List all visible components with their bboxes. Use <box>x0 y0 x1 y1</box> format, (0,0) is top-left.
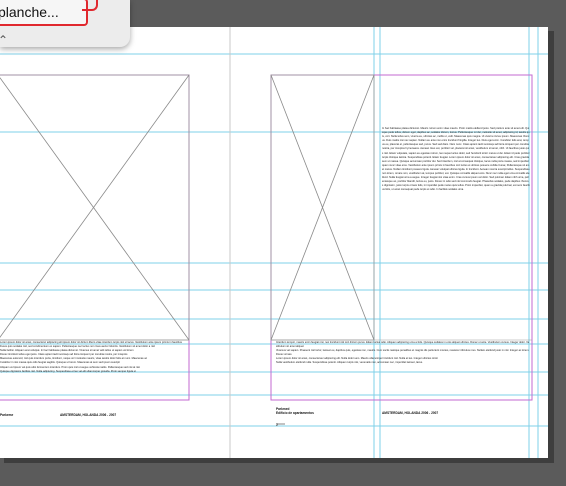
menu-item-label: planche... <box>0 4 59 20</box>
shortcut-icon: ⌃ <box>0 33 9 47</box>
right-label-subtitle: Edificio de apartamentos <box>276 411 314 415</box>
caption-line: Quisque dignissim facilisis nisl. Nulla … <box>0 369 136 373</box>
left-label: Parkeme <box>0 413 14 417</box>
context-menu[interactable]: planche... ⌃ <box>0 0 130 47</box>
highlight-marker <box>82 0 98 11</box>
menu-item-planche[interactable]: planche... <box>0 0 88 26</box>
page-spread[interactable]: Lorem ipsum dolor sit amet, consectetur … <box>0 27 548 458</box>
page-shadow-bottom <box>4 458 554 463</box>
right-footer-text: AMSTERDAM, HOLANDA 2006 - 2007 <box>382 411 439 415</box>
right-caption-text[interactable]: Interdum tempor, mauris enim feugiat nis… <box>276 341 530 385</box>
left-caption-text[interactable]: Lorem ipsum dolor sit amet, consectetur … <box>0 341 188 387</box>
page-number: 2 <box>276 422 279 427</box>
caption-line: Nulla vestibulum eleifend nulla. Suspend… <box>276 361 423 365</box>
right-body-column[interactable]: In hac habitasse platea dictumst. Mauris… <box>382 127 530 337</box>
left-footer-text: AMSTERDAM, HOLANDA 2006 - 2007 <box>60 413 117 417</box>
page-shadow-right <box>548 31 554 462</box>
caption-line: Interdum tempor, mauris enim feugiat nis… <box>276 341 530 349</box>
